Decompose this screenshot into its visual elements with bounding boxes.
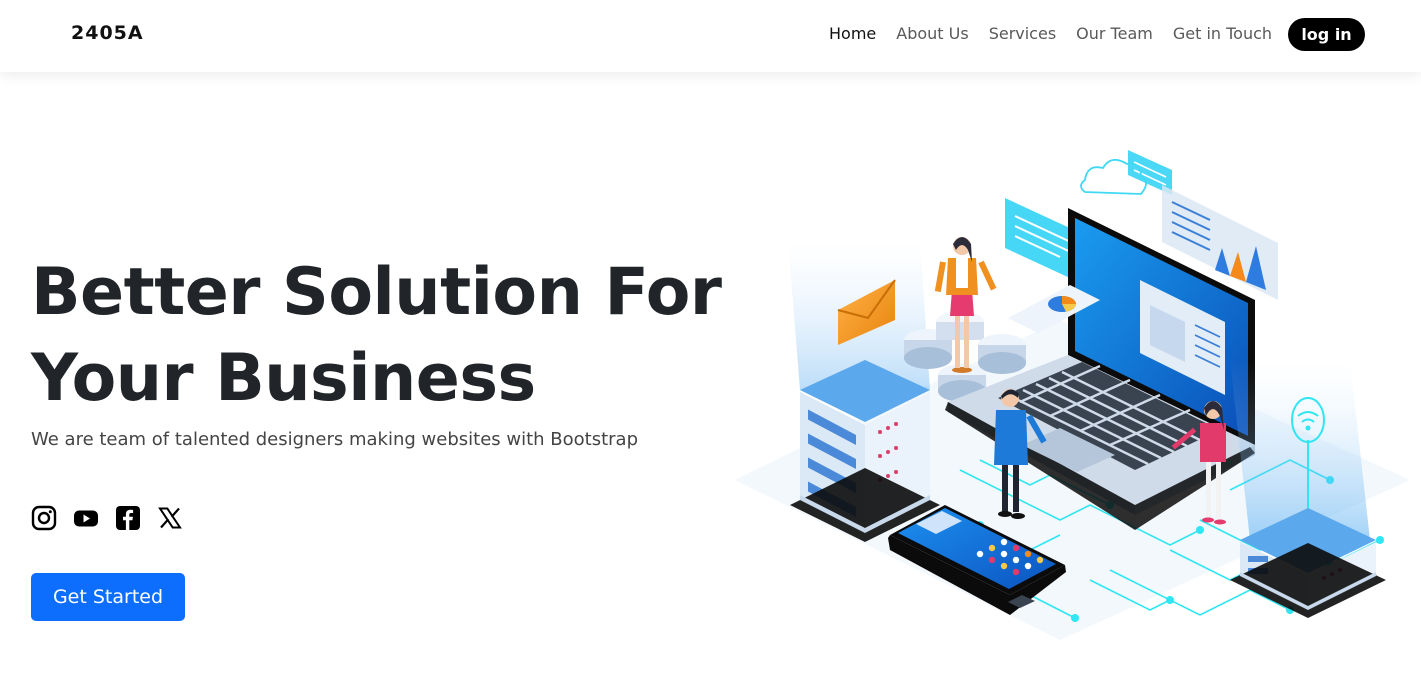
nav-link-about-us[interactable]: About Us	[896, 24, 968, 43]
nav-links: Home About Us Services Our Team Get in T…	[829, 24, 1272, 43]
nav-link-get-in-touch[interactable]: Get in Touch	[1173, 24, 1272, 43]
nav-link-services[interactable]: Services	[989, 24, 1056, 43]
hero-title-line-1: Better Solution For	[31, 255, 722, 330]
hero-subtitle: We are team of talented designers making…	[31, 429, 639, 450]
get-started-button[interactable]: Get Started	[31, 573, 185, 621]
nav-link-our-team[interactable]: Our Team	[1076, 24, 1153, 43]
hero-illustration	[730, 140, 1420, 640]
instagram-icon[interactable]	[31, 505, 57, 531]
social-links	[31, 505, 183, 531]
login-button[interactable]: log in	[1288, 18, 1365, 51]
navbar: 2405A Home About Us Services Our Team Ge…	[0, 0, 1421, 72]
hero-title-line-2: Your Business	[31, 341, 536, 416]
youtube-icon[interactable]	[73, 505, 99, 531]
nav-link-home[interactable]: Home	[829, 24, 876, 43]
facebook-icon[interactable]	[115, 505, 141, 531]
hero-title: Better Solution For Your Business	[31, 250, 722, 422]
x-icon[interactable]	[157, 505, 183, 531]
brand-logo[interactable]: 2405A	[71, 22, 144, 44]
